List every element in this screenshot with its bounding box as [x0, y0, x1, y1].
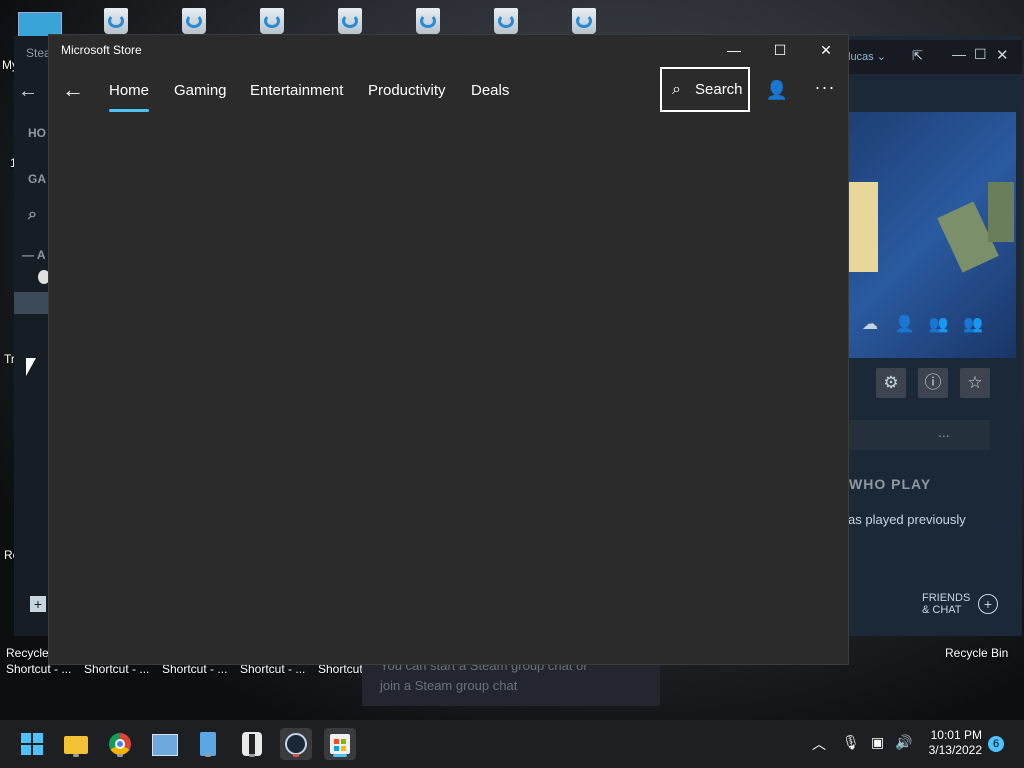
favorite-star-icon[interactable]: ☆: [960, 368, 990, 398]
recycle-bin-label[interactable]: Recycle Bin: [945, 646, 1008, 660]
store-navigation: ← Home Gaming Entertainment Productivity…: [49, 67, 848, 115]
multiplayer-icon: 👥: [928, 316, 949, 333]
clock-date: 3/13/2022: [928, 743, 982, 757]
tab-productivity[interactable]: Productivity: [368, 82, 446, 99]
tab-gaming[interactable]: Gaming: [174, 82, 227, 99]
chevron-up-icon[interactable]: ︿: [812, 734, 826, 754]
tool-icon[interactable]: [236, 728, 268, 760]
store-icon[interactable]: [324, 728, 356, 760]
search-button[interactable]: ⌕ Search: [660, 67, 750, 112]
recycle-bin-icon[interactable]: [332, 4, 368, 34]
start-icon[interactable]: [16, 728, 48, 760]
tab-home[interactable]: Home: [109, 82, 150, 112]
tab-deals[interactable]: Deals: [471, 82, 509, 99]
recycle-bin-icon[interactable]: [566, 4, 602, 34]
system-clock[interactable]: 10:01 PM 3/13/2022: [922, 728, 982, 758]
store-content-area: [49, 115, 848, 664]
steam-user-menu[interactable]: lucas ⌄: [848, 50, 886, 63]
more-options-icon[interactable]: ...: [938, 424, 950, 440]
steam-activity-bar: ...: [848, 420, 990, 450]
steam-home-label[interactable]: HO: [28, 126, 46, 140]
steam-title: Stea: [26, 46, 48, 60]
steam-icon[interactable]: [280, 728, 312, 760]
steam-friends-text: as played previously: [848, 512, 966, 527]
file-explorer-icon[interactable]: [60, 728, 92, 760]
store-titlebar[interactable]: Microsoft Store — ☐ ✕: [49, 35, 848, 67]
tab-entertainment[interactable]: Entertainment: [250, 82, 343, 99]
single-player-icon: 👤: [894, 316, 915, 333]
user-account-icon[interactable]: 👤: [761, 75, 793, 107]
steam-feature-icons: ☁ 👤 👥 👥: [862, 314, 983, 334]
photos-icon[interactable]: [148, 728, 180, 760]
settings-icon[interactable]: ⚙: [876, 368, 906, 398]
steam-game-icon[interactable]: [38, 270, 48, 284]
coop-icon: 👥: [963, 316, 984, 333]
maximize-button[interactable]: ☐: [757, 35, 803, 67]
recycle-bin-icon[interactable]: [176, 4, 212, 34]
clock-time: 10:01 PM: [930, 728, 982, 742]
steam-section-heading: WHO PLAY: [849, 476, 932, 492]
back-arrow-icon[interactable]: ←: [57, 75, 89, 107]
notification-badge[interactable]: 6: [988, 736, 1004, 752]
microphone-icon[interactable]: 🎙: [842, 734, 860, 751]
recycle-bin-icon[interactable]: [410, 4, 446, 34]
close-button[interactable]: ✕: [803, 35, 849, 67]
steam-back-icon[interactable]: ←: [18, 80, 38, 103]
steam-maximize-button[interactable]: ☐: [974, 46, 987, 63]
microsoft-store-window: Microsoft Store — ☐ ✕ ← Home Gaming Ente…: [48, 34, 849, 665]
notepad-icon[interactable]: [192, 728, 224, 760]
recycle-bin-label[interactable]: Recycle: [6, 646, 49, 660]
steam-titlebar: lucas ⌄ ⇱ — ☐ ✕: [848, 40, 1022, 74]
mouse-cursor: [26, 358, 36, 376]
volume-icon[interactable]: 🔊: [895, 734, 912, 751]
chrome-icon[interactable]: [104, 728, 136, 760]
steam-chat-panel: You can start a Steam group chat or join…: [362, 658, 660, 706]
steam-search-icon[interactable]: ⌕: [28, 206, 37, 224]
cloud-icon: ☁: [862, 316, 878, 333]
search-label: Search: [695, 81, 743, 98]
steam-minimize-button[interactable]: —: [952, 46, 966, 62]
recycle-bin-icon[interactable]: [98, 4, 134, 34]
network-icon[interactable]: ▣: [871, 734, 884, 751]
friends-chat-button[interactable]: FRIENDS & CHAT: [922, 592, 970, 616]
add-friend-icon[interactable]: +: [978, 594, 998, 614]
steam-add-game-icon[interactable]: +: [30, 596, 46, 612]
more-options-icon[interactable]: ···: [809, 75, 841, 107]
steam-games-label[interactable]: GA: [28, 172, 46, 186]
search-icon: ⌕: [672, 81, 681, 98]
recycle-bin-icon[interactable]: [488, 4, 524, 34]
info-icon[interactable]: ⓘ: [918, 368, 948, 398]
recycle-bin-icon[interactable]: [254, 4, 290, 34]
taskbar: ︿ 🎙 ▣ 🔊 10:01 PM 3/13/2022 6: [0, 720, 1024, 768]
steam-close-button[interactable]: ✕: [996, 46, 1009, 64]
window-title: Microsoft Store: [61, 43, 142, 57]
steam-selected-game[interactable]: [14, 292, 48, 314]
minimize-button[interactable]: —: [711, 35, 757, 67]
steam-bigpicture-icon[interactable]: ⇱: [912, 48, 923, 64]
steam-collapse-label[interactable]: — A: [22, 248, 46, 262]
desktop-icon-row: [0, 4, 1024, 38]
steam-sidebar: Stea ← HO GA ⌕ — A +: [14, 36, 48, 636]
